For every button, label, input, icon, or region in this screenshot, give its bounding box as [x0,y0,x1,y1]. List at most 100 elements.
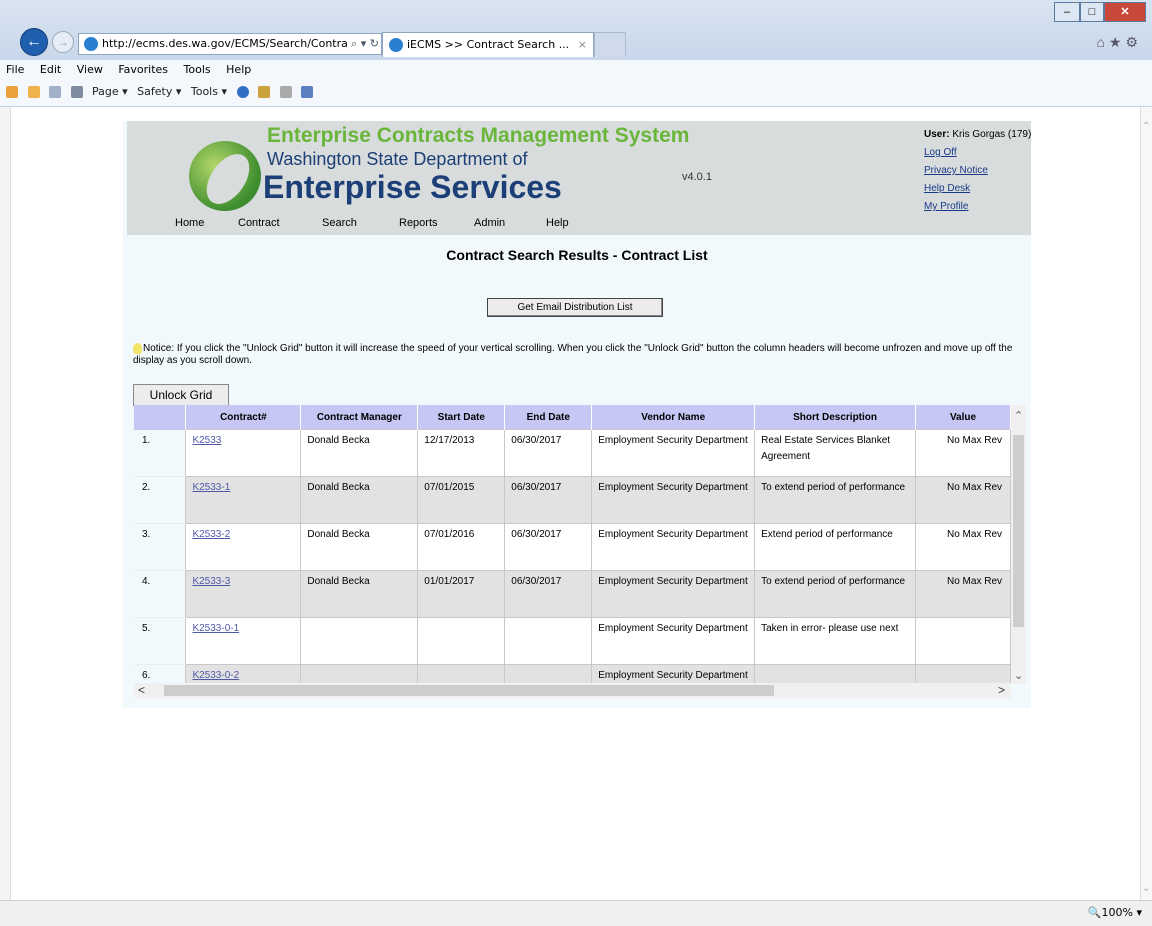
vendor-cell: Employment Security Department [591,429,756,477]
manager-cell: Donald Becka [300,523,419,571]
scroll-up-icon[interactable]: ⌃ [1142,121,1150,132]
nav-home[interactable]: Home [175,217,204,229]
description-cell: To extend period of performance [754,476,917,524]
manager-cell: Donald Becka [300,429,419,477]
contract-cell: K2533-2 [185,523,302,571]
col-header-description[interactable]: Short Description [754,405,917,430]
browser-tab[interactable]: iECMS >> Contract Search ... × [382,32,594,57]
maximize-button[interactable]: □ [1080,2,1104,22]
forward-button[interactable]: → [52,31,74,53]
description-cell [754,664,917,683]
menu-bar: File Edit View Favorites Tools Help [0,60,1152,80]
value-cell: No Max Rev [915,429,1011,477]
grid-vertical-scrollbar[interactable]: ⌃ ⌄ [1011,405,1026,684]
contract-cell: K2533-0-1 [185,617,302,665]
menu-favorites[interactable]: Favorites [118,63,168,76]
contract-cell: K2533-0-2 [185,664,302,683]
description-cell: Extend period of performance [754,523,917,571]
contract-link[interactable]: K2533-3 [192,576,230,587]
log-off-link[interactable]: Log Off [924,144,1042,162]
command-bar: Page ▾ Safety ▾ Tools ▾ [0,80,1152,107]
contract-link[interactable]: K2533-0-1 [192,623,239,634]
site-header: Enterprise Contracts Management System W… [127,121,1031,235]
scroll-down-icon[interactable]: ⌄ [1142,883,1150,894]
address-search-refresh-icon[interactable]: ⌕ ▾ ↻ [351,34,379,54]
close-window-button[interactable]: ✕ [1104,2,1146,22]
col-header-value[interactable]: Value [915,405,1011,430]
contract-link[interactable]: K2533 [192,435,221,446]
menu-file[interactable]: File [6,63,24,76]
contract-cell: K2533-3 [185,570,302,618]
nav-reports[interactable]: Reports [399,217,438,229]
nav-search[interactable]: Search [322,217,357,229]
user-panel: User: Kris Gorgas (179) Log Off Privacy … [924,126,1042,216]
grid-scroll-left-icon[interactable]: < [138,683,145,697]
get-email-distribution-list-button[interactable]: Get Email Distribution List [487,298,663,317]
print-icon[interactable] [70,86,83,98]
table-row: 3. K2533-2 Donald Becka 07/01/2016 06/30… [134,523,1011,571]
minimize-button[interactable]: – [1054,2,1080,22]
vendor-cell: Employment Security Department [591,570,756,618]
unlock-grid-button[interactable]: Unlock Grid [133,384,229,406]
grid-scroll-right-icon[interactable]: > [998,683,1005,697]
tab-title: iECMS >> Contract Search ... [407,38,570,51]
value-cell: No Max Rev [915,570,1011,618]
page-scrollbar[interactable]: ⌃ ⌄ [1140,107,1152,900]
zoom-level: 100% [1101,906,1133,919]
ie-tab-icon [389,38,403,52]
addon-icon[interactable] [301,86,313,98]
settings-icon[interactable] [279,86,292,98]
col-header-manager[interactable]: Contract Manager [300,405,419,430]
table-row: 4. K2533-3 Donald Becka 01/01/2017 06/30… [134,570,1011,618]
contract-link[interactable]: K2533-2 [192,529,230,540]
grid-scroll-down-icon[interactable]: ⌄ [1014,669,1023,682]
description-cell: Real Estate Services Blanket Agreement [754,429,917,477]
feeds-icon[interactable] [27,86,40,98]
home-favorites-settings-icons[interactable]: ⌂★⚙ [1096,34,1142,51]
menu-view[interactable]: View [77,63,103,76]
grid-vscroll-thumb[interactable] [1013,435,1024,627]
row-index: 1. [134,429,186,477]
page-menu[interactable]: Page ▾ [92,85,128,98]
address-bar[interactable]: http://ecms.des.wa.gov/ECMS/Search/Contr… [78,33,382,55]
vendor-cell: Employment Security Department [591,664,756,683]
tools-menu[interactable]: Tools ▾ [191,85,227,98]
zoom-control[interactable]: 🔍100% ▾ [1088,906,1142,919]
grid-scroll-up-icon[interactable]: ⌃ [1014,409,1023,422]
my-profile-link[interactable]: My Profile [924,198,1042,216]
menu-tools[interactable]: Tools [184,63,211,76]
col-header-start-date[interactable]: Start Date [417,405,506,430]
col-header-end-date[interactable]: End Date [504,405,593,430]
tab-close-icon[interactable]: × [578,33,587,57]
row-index: 6. [134,664,186,683]
nav-help[interactable]: Help [546,217,569,229]
end-date-cell [504,617,593,665]
left-edge [0,107,11,900]
end-date-cell: 06/30/2017 [504,476,593,524]
menu-help[interactable]: Help [226,63,251,76]
nav-admin[interactable]: Admin [474,217,505,229]
contract-link[interactable]: K2533-1 [192,482,230,493]
col-header-vendor[interactable]: Vendor Name [591,405,756,430]
manager-cell: Donald Becka [300,570,419,618]
grid-hscroll-thumb[interactable] [164,685,774,696]
menu-edit[interactable]: Edit [40,63,61,76]
help-desk-link[interactable]: Help Desk [924,180,1042,198]
start-date-cell: 07/01/2016 [417,523,506,571]
status-bar: 🔍100% ▾ [0,900,1152,926]
back-button[interactable]: ← [20,28,48,56]
start-date-cell: 07/01/2015 [417,476,506,524]
new-tab-button[interactable] [594,32,626,57]
row-index: 5. [134,617,186,665]
safety-menu[interactable]: Safety ▾ [137,85,181,98]
research-icon[interactable] [258,86,270,98]
mail-icon[interactable] [49,86,61,98]
help-icon[interactable] [236,86,249,98]
nav-contract[interactable]: Contract [238,217,280,229]
contract-link[interactable]: K2533-0-2 [192,670,239,681]
grid-horizontal-scrollbar[interactable]: < > [134,683,1011,698]
home-icon[interactable] [6,86,18,98]
privacy-notice-link[interactable]: Privacy Notice [924,162,1042,180]
col-header-contract[interactable]: Contract# [185,405,302,430]
start-date-cell [417,617,506,665]
